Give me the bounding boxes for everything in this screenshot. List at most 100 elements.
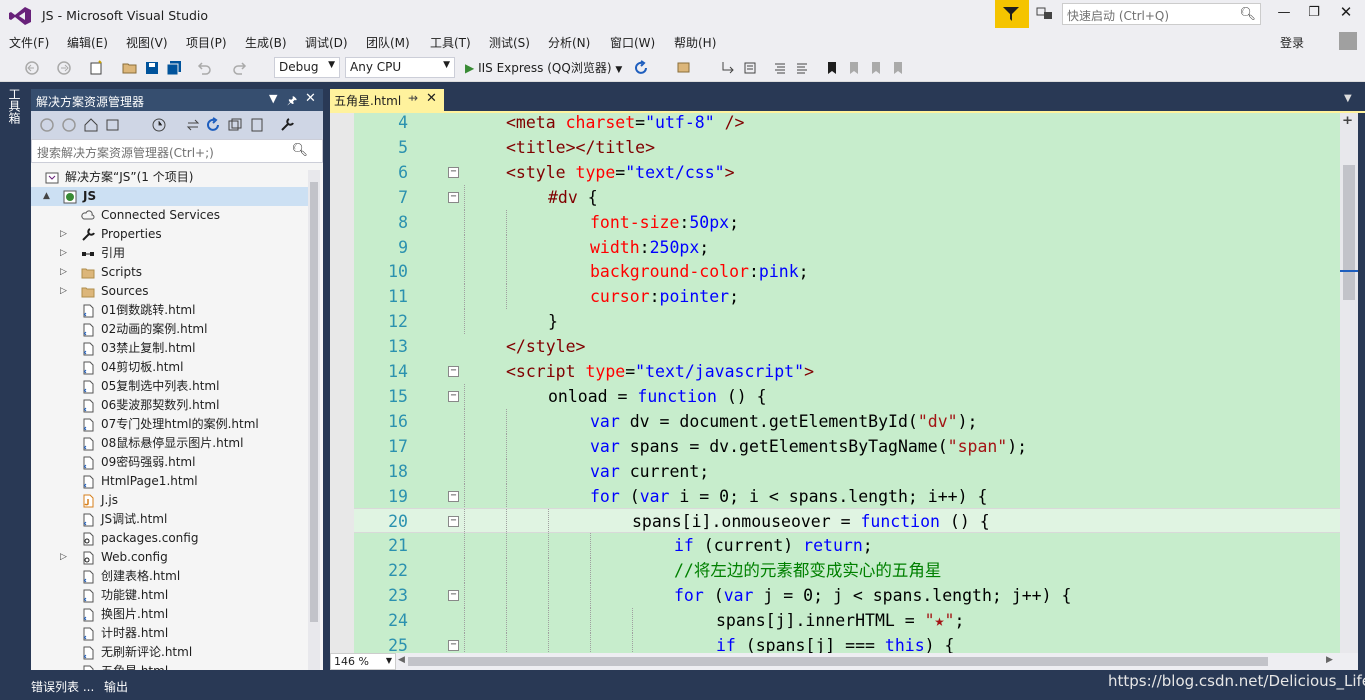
menu-edit[interactable]: 编辑(E) — [67, 34, 108, 51]
user-avatar-icon[interactable] — [1339, 32, 1357, 50]
menu-help[interactable]: 帮助(H) — [674, 34, 716, 51]
code-line[interactable]: 13 </style> — [330, 334, 1340, 359]
tree-item[interactable]: 07专门处理html的案例.html — [31, 415, 309, 434]
code-line[interactable]: 18 var current; — [330, 458, 1340, 484]
code-line[interactable]: 25 − if (spans[j] === this) { — [330, 632, 1340, 653]
undo-icon[interactable] — [196, 60, 212, 76]
code-line[interactable]: 22 //将左边的元素都变成实心的五角星 — [330, 558, 1340, 584]
feedback-icon[interactable] — [1036, 6, 1054, 22]
code-line[interactable]: 21 if (current) return; — [330, 533, 1340, 559]
solution-config-select[interactable]: Debug ▼ — [274, 57, 340, 78]
sync-icon[interactable] — [185, 117, 201, 133]
collapse-region-icon[interactable]: − — [448, 490, 459, 502]
tree-item[interactable]: 03禁止复制.html — [31, 339, 309, 358]
menu-file[interactable]: 文件(F) — [9, 34, 49, 51]
step-over-icon[interactable] — [742, 60, 758, 76]
properties-wrench-icon[interactable] — [279, 117, 295, 133]
tree-item[interactable]: 06斐波那契数列.html — [31, 396, 309, 415]
collapse-all-icon[interactable] — [227, 117, 243, 133]
scroll-left-icon[interactable]: ◀ — [398, 655, 405, 665]
tree-item[interactable]: 计时器.html — [31, 624, 309, 643]
tree-item[interactable]: 创建表格.html — [31, 567, 309, 586]
menu-analyze[interactable]: 分析(N) — [548, 34, 590, 51]
code-line[interactable]: 8 font-size:50px; — [330, 209, 1340, 235]
chevron-down-icon[interactable]: ▼ — [269, 92, 277, 105]
pin-icon[interactable]: 🖈︎ — [287, 92, 297, 111]
notifications-button[interactable] — [995, 0, 1029, 28]
code-editor[interactable]: 4 <meta charset="utf-8" /> 5 <title></title… — [330, 113, 1340, 653]
tab-active-document[interactable]: 五角星.html ⇸ ✕ — [330, 89, 444, 111]
collapse-region-icon[interactable]: − — [448, 191, 459, 203]
collapse-region-icon[interactable]: − — [448, 166, 459, 178]
code-line[interactable]: 23 − for (var j = 0; j < spans.length; j++… — [330, 583, 1340, 609]
code-line[interactable]: 10 background-color:pink; — [330, 259, 1340, 285]
code-line[interactable]: 5 <title></title> — [330, 135, 1340, 160]
horizontal-scrollbar-thumb[interactable] — [408, 657, 1268, 666]
home-icon[interactable] — [83, 117, 99, 133]
bookmark-icon[interactable] — [824, 60, 840, 76]
code-line[interactable]: 24 spans[j].innerHTML = "★"; — [330, 608, 1340, 633]
scroll-right-icon[interactable]: ▶ — [1326, 655, 1333, 665]
close-icon[interactable]: ✕ — [426, 91, 437, 106]
tree-item[interactable]: J.js — [31, 491, 309, 510]
tree-item[interactable]: ▷ 引用 — [31, 244, 309, 263]
expand-arrow-collapsed-icon[interactable]: ▷ — [60, 282, 67, 301]
menu-debug[interactable]: 调试(D) — [305, 34, 348, 51]
refresh-icon[interactable] — [633, 60, 649, 76]
comment-lines-icon[interactable] — [772, 60, 788, 76]
platform-select[interactable]: Any CPU ▼ — [345, 57, 455, 78]
step-into-icon[interactable] — [720, 60, 736, 76]
tree-item[interactable]: 01倒数跳转.html — [31, 301, 309, 320]
collapse-region-icon[interactable]: − — [448, 639, 459, 651]
uncomment-lines-icon[interactable] — [794, 60, 810, 76]
tab-list-dropdown-icon[interactable]: ▼ — [1344, 93, 1352, 104]
show-all-files-icon[interactable] — [249, 117, 265, 133]
save-icon[interactable] — [144, 60, 160, 76]
expand-arrow-collapsed-icon[interactable]: ▷ — [60, 263, 67, 282]
save-all-icon[interactable] — [166, 60, 182, 76]
code-line[interactable]: 15 − onload = function () { — [330, 383, 1340, 409]
forward-icon[interactable] — [56, 60, 72, 76]
expand-arrow-collapsed-icon[interactable]: ▷ — [60, 548, 67, 567]
code-line[interactable]: 6 − <style type="text/css"> — [330, 160, 1340, 185]
tab-error-list[interactable]: 错误列表 ... — [31, 678, 94, 695]
prev-bookmark-icon[interactable] — [846, 60, 862, 76]
tree-item[interactable]: 五角星.html — [31, 662, 309, 670]
tree-item[interactable]: 无刷新评论.html — [31, 643, 309, 662]
tree-item[interactable]: 02动画的案例.html — [31, 320, 309, 339]
scrollbar-thumb[interactable] — [310, 182, 318, 622]
close-icon[interactable]: ✕ — [305, 91, 316, 106]
close-icon[interactable]: ✕ — [1332, 3, 1360, 23]
switch-views-icon[interactable] — [105, 117, 121, 133]
start-debugging-button[interactable]: ▶ IIS Express (QQ浏览器) ▼ — [465, 59, 622, 76]
collapse-region-icon[interactable]: − — [448, 516, 459, 528]
tree-item[interactable]: packages.config — [31, 529, 309, 548]
tree-item[interactable]: ▷ Sources — [31, 282, 309, 301]
browser-link-icon[interactable] — [676, 60, 692, 76]
menu-team[interactable]: 团队(M) — [366, 34, 410, 51]
menu-view[interactable]: 视图(V) — [126, 34, 168, 51]
collapse-region-icon[interactable]: − — [448, 390, 459, 402]
refresh-icon[interactable] — [205, 117, 221, 133]
menu-tools[interactable]: 工具(T) — [430, 34, 471, 51]
restore-icon[interactable]: ❐ — [1300, 5, 1328, 25]
code-line[interactable]: 11 cursor:pointer; — [330, 284, 1340, 310]
tree-item[interactable]: 05复制选中列表.html — [31, 377, 309, 396]
zoom-select[interactable]: 146 % ▼ — [330, 653, 396, 670]
menu-project[interactable]: 项目(P) — [186, 34, 227, 51]
tree-item[interactable]: 解决方案“JS”(1 个项目) — [31, 168, 309, 187]
tree-item[interactable]: ▷ Scripts — [31, 263, 309, 282]
code-line[interactable]: 12} — [330, 309, 1340, 335]
open-file-icon[interactable] — [122, 60, 138, 76]
pending-changes-filter-icon[interactable] — [151, 117, 167, 133]
collapse-region-icon[interactable]: − — [448, 366, 459, 377]
tree-item[interactable]: 08鼠标悬停显示图片.html — [31, 434, 309, 453]
code-line[interactable]: 9 width:250px; — [330, 234, 1340, 260]
next-bookmark-icon[interactable] — [868, 60, 884, 76]
redo-icon[interactable] — [232, 60, 248, 76]
new-project-icon[interactable] — [88, 60, 104, 76]
expand-arrow-expanded-icon[interactable]: ▲ — [43, 187, 50, 206]
tree-item[interactable]: ▲ JS — [31, 187, 309, 206]
code-line[interactable]: 19 − for (var i = 0; i < spans.length; i++… — [330, 483, 1340, 509]
code-line[interactable]: 14 − <script type="text/javascript"> — [330, 359, 1340, 384]
